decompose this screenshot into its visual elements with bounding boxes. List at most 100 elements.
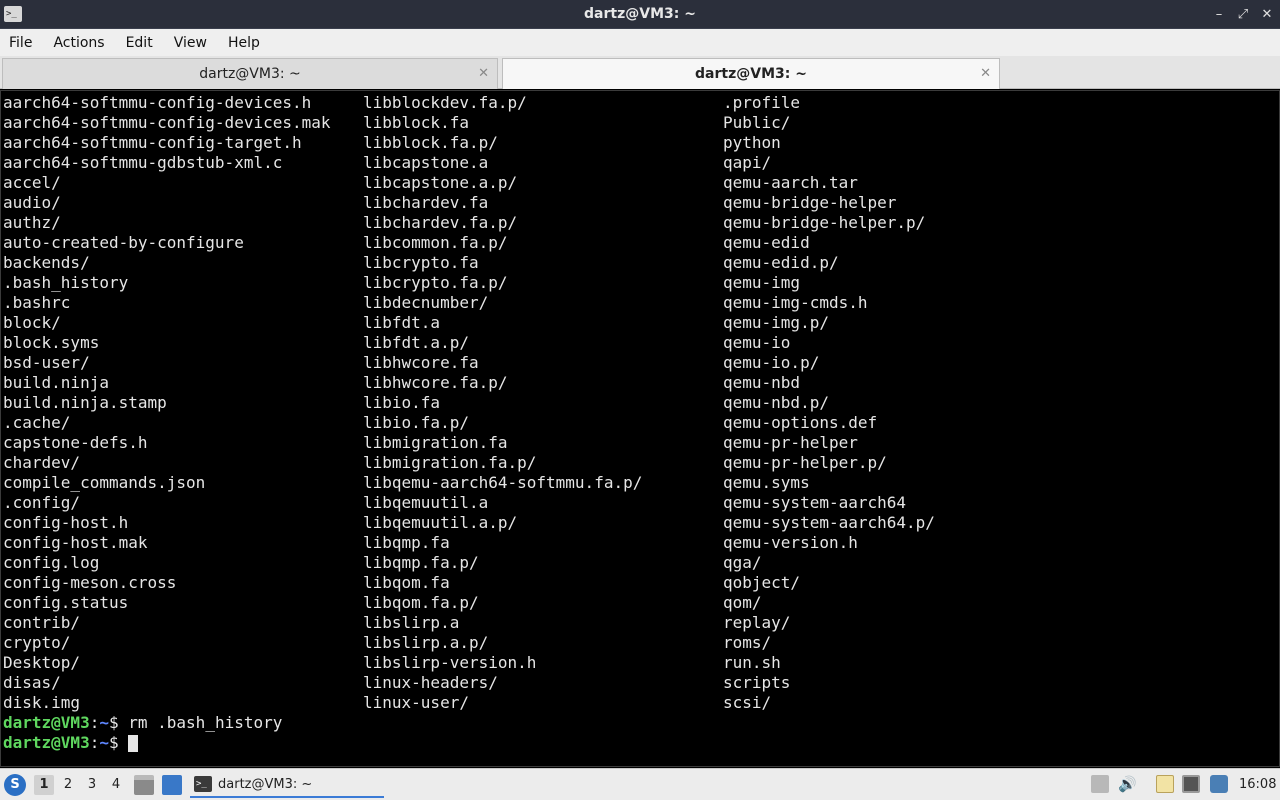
file-entry: qemu-version.h	[723, 533, 858, 552]
file-entry: qemu-io	[723, 333, 791, 352]
window-titlebar[interactable]: >_ dartz@VM3: ~ – ⤢ ✕	[0, 0, 1280, 29]
file-entry: block/	[3, 313, 61, 332]
tray-expand-icon[interactable]	[1091, 775, 1109, 793]
taskbar-task-terminal[interactable]: >_ dartz@VM3: ~	[190, 772, 384, 798]
desktop-switch-2[interactable]: 2	[58, 775, 78, 795]
file-entry: libfdt.a.p/	[363, 333, 469, 352]
file-entry: .cache/	[3, 413, 71, 432]
file-entry: libblock.fa.p/	[363, 133, 498, 152]
menu-edit[interactable]: Edit	[126, 35, 153, 51]
tab-close-icon[interactable]: ✕	[478, 66, 489, 81]
file-entry: scripts	[723, 673, 791, 692]
tab-label: dartz@VM3: ~	[695, 66, 807, 82]
window-title: dartz@VM3: ~	[584, 6, 696, 22]
tab-label: dartz@VM3: ~	[199, 66, 301, 82]
ls-column-2: libblockdev.fa.p/libblock.fa libblock.fa.…	[363, 93, 642, 713]
menu-actions[interactable]: Actions	[53, 35, 104, 51]
file-entry: disas/	[3, 673, 61, 692]
clock[interactable]: 16:08	[1239, 775, 1276, 795]
terminal-app-icon: >_	[4, 6, 22, 22]
ls-column-1: aarch64-softmmu-config-devices.h aarch64-…	[3, 93, 331, 713]
file-entry: config.log	[3, 553, 100, 572]
start-menu-icon[interactable]: S	[4, 774, 26, 796]
file-entry: qemu-pr-helper	[723, 433, 858, 452]
file-entry: libqmp.fa.p/	[363, 553, 479, 572]
file-entry: libmigration.fa	[363, 433, 508, 452]
prompt-current-line[interactable]: dartz@VM3:~$	[3, 733, 139, 753]
file-entry: libhwcore.fa.p/	[363, 373, 508, 392]
file-manager-icon[interactable]	[134, 775, 154, 795]
file-entry: libqemuutil.a	[363, 493, 489, 512]
file-entry: qemu-io.p/	[723, 353, 820, 372]
network-icon[interactable]	[1182, 775, 1200, 793]
tab-close-icon[interactable]: ✕	[980, 66, 991, 81]
file-entry: qemu-edid	[723, 233, 810, 252]
clipboard-icon[interactable]	[1156, 775, 1174, 793]
file-entry: libhwcore.fa	[363, 353, 479, 372]
file-entry: qemu-aarch.tar	[723, 173, 858, 192]
file-entry: .bashrc	[3, 293, 71, 312]
file-entry: qemu-img	[723, 273, 801, 292]
file-entry: chardev/	[3, 453, 81, 472]
file-entry: libblockdev.fa.p/	[363, 93, 527, 112]
task-label: dartz@VM3: ~	[218, 776, 313, 792]
file-entry: Public/	[723, 113, 791, 132]
file-entry: libdecnumber/	[363, 293, 489, 312]
file-entry: .config/	[3, 493, 81, 512]
prompt-colon: :	[89, 733, 100, 752]
notification-icon[interactable]	[1210, 775, 1228, 793]
file-entry: python	[723, 133, 781, 152]
file-entry: bsd-user/	[3, 353, 90, 372]
file-entry: crypto/	[3, 633, 71, 652]
file-entry: config-meson.cross	[3, 573, 177, 592]
desktop-switch-1[interactable]: 1	[34, 775, 54, 795]
window-controls: – ⤢ ✕	[1212, 0, 1274, 29]
ls-column-3: .profile Public/python qapi/qemu-aarch.tar…	[723, 93, 935, 713]
file-entry: libchardev.fa	[363, 193, 489, 212]
file-entry: audio/	[3, 193, 61, 212]
file-entry: build.ninja	[3, 373, 109, 392]
file-entry: libfdt.a	[363, 313, 441, 332]
tab-terminal-2[interactable]: dartz@VM3: ~ ✕	[502, 58, 1000, 89]
prompt-path: ~	[99, 713, 109, 732]
menu-bar: File Actions Edit View Help	[0, 29, 1280, 56]
file-entry: libblock.fa	[363, 113, 469, 132]
taskbar: S 1 2 3 4 >_ dartz@VM3: ~ 🔊 16:08	[0, 768, 1280, 800]
file-entry: libslirp-version.h	[363, 653, 537, 672]
show-desktop-icon[interactable]	[162, 775, 182, 795]
file-entry: qemu-system-aarch64	[723, 493, 907, 512]
menu-help[interactable]: Help	[228, 35, 260, 51]
file-entry: qom/	[723, 593, 762, 612]
file-entry: accel/	[3, 173, 61, 192]
file-entry: libqemu-aarch64-softmmu.fa.p/	[363, 473, 643, 492]
close-icon[interactable]: ✕	[1260, 7, 1274, 22]
minimize-icon[interactable]: –	[1212, 7, 1226, 22]
file-entry: qemu-img.p/	[723, 313, 829, 332]
file-entry: qapi/	[723, 153, 772, 172]
tab-terminal-1[interactable]: dartz@VM3: ~ ✕	[2, 58, 498, 89]
file-entry: libslirp.a.p/	[363, 633, 489, 652]
volume-icon[interactable]: 🔊	[1118, 775, 1137, 793]
menu-view[interactable]: View	[174, 35, 207, 51]
file-entry: libmigration.fa.p/	[363, 453, 537, 472]
file-entry: aarch64-softmmu-config-target.h	[3, 133, 302, 152]
file-entry: Desktop/	[3, 653, 81, 672]
file-entry: aarch64-softmmu-config-devices.mak	[3, 113, 331, 132]
desktop-switch-3[interactable]: 3	[82, 775, 102, 795]
terminal-output[interactable]: aarch64-softmmu-config-devices.h aarch64-…	[0, 90, 1280, 767]
file-entry: aarch64-softmmu-config-devices.h	[3, 93, 312, 112]
file-entry: libqom.fa	[363, 573, 450, 592]
prompt-symbol: $	[108, 713, 129, 732]
file-entry: capstone-defs.h	[3, 433, 148, 452]
file-entry: qemu-bridge-helper	[723, 193, 897, 212]
file-entry: libqmp.fa	[363, 533, 450, 552]
file-entry: run.sh	[723, 653, 781, 672]
desktop-switch-4[interactable]: 4	[106, 775, 126, 795]
menu-file[interactable]: File	[9, 35, 32, 51]
file-entry: .bash_history	[3, 273, 129, 292]
file-entry: qemu-nbd.p/	[723, 393, 829, 412]
maximize-icon[interactable]: ⤢	[1236, 7, 1250, 22]
file-entry: qemu.syms	[723, 473, 810, 492]
file-entry: qemu-nbd	[723, 373, 801, 392]
file-entry: qga/	[723, 553, 762, 572]
